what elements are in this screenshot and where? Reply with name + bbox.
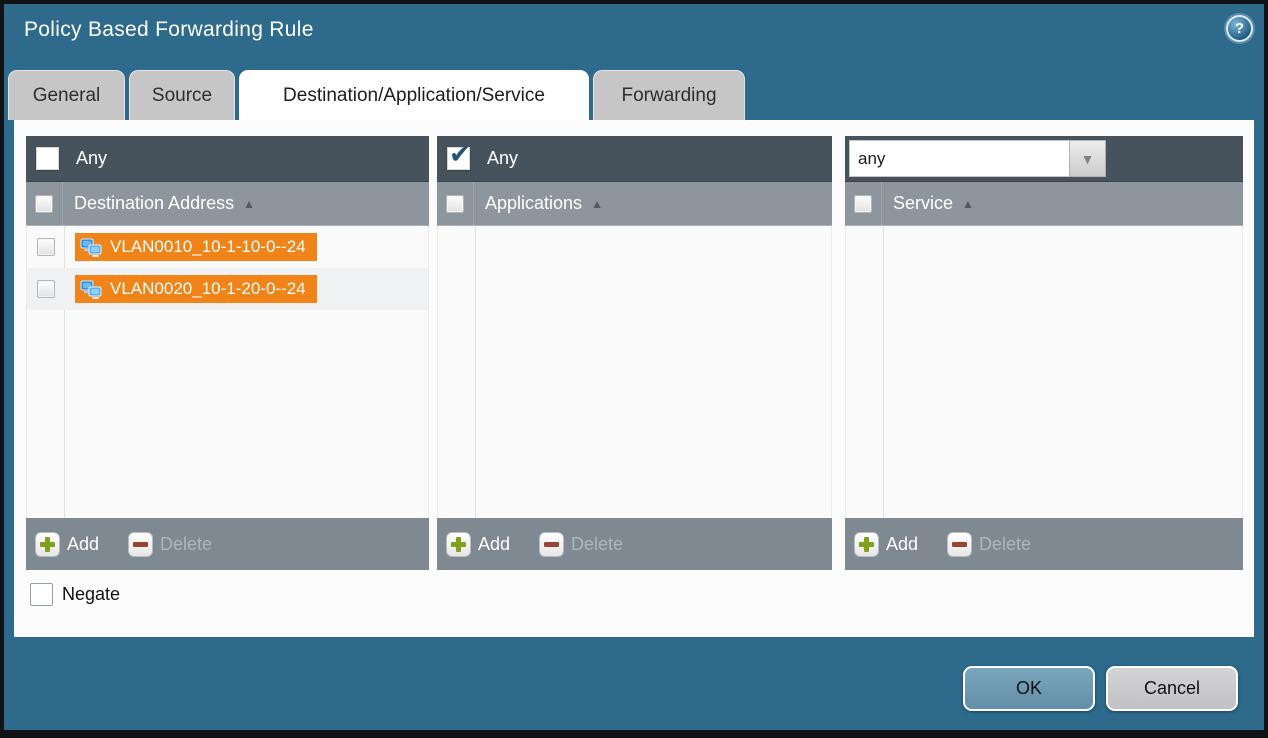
delete-button-label: Delete — [571, 534, 623, 555]
service-dropdown-value[interactable]: any — [849, 140, 1069, 177]
help-icon[interactable]: ? — [1226, 15, 1253, 42]
sort-asc-icon: ▲ — [243, 197, 255, 211]
destination-column-header: Destination Address ▲ — [26, 182, 429, 226]
minus-icon — [947, 532, 972, 557]
service-list — [845, 226, 1243, 518]
service-dropdown[interactable]: any ▼ — [849, 140, 1106, 177]
address-object-chip[interactable]: VLAN0010_10-1-10-0--24 — [75, 233, 317, 261]
service-column-header: Service ▲ — [845, 182, 1243, 226]
destination-add-button[interactable]: Add — [35, 532, 99, 557]
service-header-label: Service — [893, 193, 953, 214]
applications-delete-button[interactable]: Delete — [539, 532, 623, 557]
applications-any-bar: Any — [437, 136, 832, 182]
destination-delete-button[interactable]: Delete — [128, 532, 212, 557]
delete-button-label: Delete — [979, 534, 1031, 555]
list-item[interactable]: VLAN0020_10-1-20-0--24 — [27, 268, 428, 310]
address-object-chip[interactable]: VLAN0020_10-1-20-0--24 — [75, 275, 317, 303]
applications-list — [437, 226, 832, 518]
window-bottom-border — [0, 730, 1268, 738]
applications-select-all-checkbox[interactable] — [446, 195, 464, 213]
service-delete-button[interactable]: Delete — [947, 532, 1031, 557]
applications-any-checkbox[interactable] — [447, 147, 470, 170]
applications-header-label: Applications — [485, 193, 582, 214]
minus-icon — [128, 532, 153, 557]
list-item[interactable]: VLAN0010_10-1-10-0--24 — [27, 226, 428, 268]
add-button-label: Add — [478, 534, 510, 555]
dialog-title: Policy Based Forwarding Rule — [24, 18, 314, 42]
delete-button-label: Delete — [160, 534, 212, 555]
address-object-label: VLAN0010_10-1-10-0--24 — [110, 237, 306, 257]
row-checkbox[interactable] — [37, 238, 55, 256]
tab-content-panel: Any Destination Address ▲ VLAN0010_10-1-… — [14, 120, 1254, 637]
sort-asc-icon: ▲ — [591, 197, 603, 211]
add-button-label: Add — [67, 534, 99, 555]
applications-any-label: Any — [487, 148, 518, 169]
ok-button[interactable]: OK — [963, 666, 1095, 711]
destination-any-checkbox[interactable] — [36, 147, 59, 170]
destination-address-sort-header[interactable]: Destination Address ▲ — [74, 182, 255, 225]
tab-forwarding[interactable]: Forwarding — [593, 70, 745, 120]
destination-select-all-checkbox[interactable] — [35, 195, 53, 213]
cancel-button[interactable]: Cancel — [1106, 666, 1238, 711]
chevron-down-icon: ▼ — [1081, 151, 1095, 167]
minus-icon — [539, 532, 564, 557]
service-dropdown-button[interactable]: ▼ — [1069, 140, 1106, 177]
destination-footer: Add Delete — [26, 518, 429, 570]
plus-icon — [854, 532, 879, 557]
destination-address-column: Any Destination Address ▲ VLAN0010_10-1-… — [26, 136, 429, 570]
network-address-icon — [80, 280, 103, 299]
address-object-label: VLAN0020_10-1-20-0--24 — [110, 279, 306, 299]
applications-column-header: Applications ▲ — [437, 182, 832, 226]
applications-sort-header[interactable]: Applications ▲ — [485, 182, 603, 225]
applications-column: Any Applications ▲ Add Delete — [437, 136, 832, 570]
row-checkbox[interactable] — [37, 280, 55, 298]
negate-checkbox[interactable] — [30, 583, 53, 606]
service-add-button[interactable]: Add — [854, 532, 918, 557]
plus-icon — [446, 532, 471, 557]
applications-add-button[interactable]: Add — [446, 532, 510, 557]
tab-destination-application-service[interactable]: Destination/Application/Service — [239, 70, 589, 120]
sort-asc-icon: ▲ — [962, 197, 974, 211]
service-column: any ▼ Service ▲ Add — [845, 136, 1243, 570]
applications-footer: Add Delete — [437, 518, 832, 570]
tab-general[interactable]: General — [8, 70, 125, 120]
plus-icon — [35, 532, 60, 557]
negate-option: Negate — [30, 583, 120, 606]
negate-label: Negate — [62, 584, 120, 605]
destination-any-bar: Any — [26, 136, 429, 182]
service-selector-bar: any ▼ — [845, 136, 1243, 182]
add-button-label: Add — [886, 534, 918, 555]
service-sort-header[interactable]: Service ▲ — [893, 182, 974, 225]
service-footer: Add Delete — [845, 518, 1243, 570]
policy-forwarding-dialog: Policy Based Forwarding Rule ? General S… — [0, 0, 1268, 738]
tab-source[interactable]: Source — [129, 70, 235, 120]
tab-bar: General Source Destination/Application/S… — [8, 70, 745, 120]
network-address-icon — [80, 238, 103, 257]
destination-address-list: VLAN0010_10-1-10-0--24 VLAN0020_10-1-20-0… — [26, 226, 429, 518]
destination-any-label: Any — [76, 148, 107, 169]
service-select-all-checkbox[interactable] — [854, 195, 872, 213]
destination-address-header-label: Destination Address — [74, 193, 234, 214]
